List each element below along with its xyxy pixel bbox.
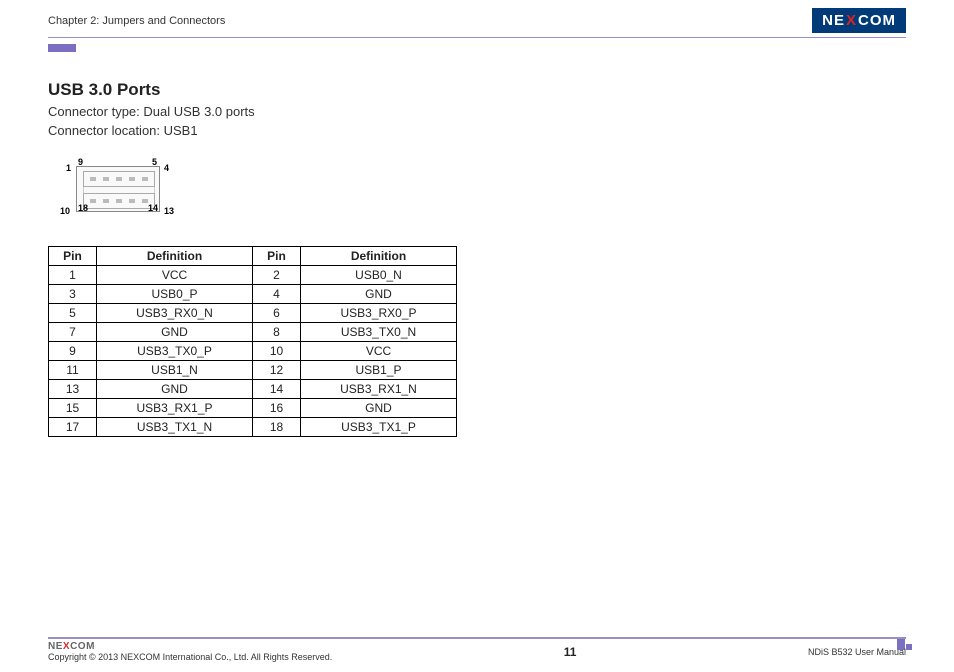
table-row: 13GND14USB3_RX1_N [49, 380, 457, 399]
cell-pin: 11 [49, 361, 97, 380]
cell-definition: VCC [301, 342, 457, 361]
cell-definition: USB3_RX1_N [301, 380, 457, 399]
cell-pin: 13 [49, 380, 97, 399]
cell-definition: VCC [97, 266, 253, 285]
cell-definition: USB0_N [301, 266, 457, 285]
cell-definition: GND [301, 399, 457, 418]
cell-definition: USB3_TX1_N [97, 418, 253, 437]
table-row: 7GND8USB3_TX0_N [49, 323, 457, 342]
cell-definition: USB3_TX0_P [97, 342, 253, 361]
chapter-title: Chapter 2: Jumpers and Connectors [48, 15, 225, 27]
table-row: 17USB3_TX1_N18USB3_TX1_P [49, 418, 457, 437]
cell-pin: 12 [253, 361, 301, 380]
cell-pin: 16 [253, 399, 301, 418]
cell-pin: 3 [49, 285, 97, 304]
header-pin-b: Pin [253, 247, 301, 266]
cell-definition: USB3_TX1_P [301, 418, 457, 437]
pin-label-18: 18 [78, 203, 88, 213]
table-row: 15USB3_RX1_P16GND [49, 399, 457, 418]
connector-row-bottom [83, 193, 155, 209]
logo-text-pre: NE [822, 12, 845, 29]
cell-definition: USB3_RX0_P [301, 304, 457, 323]
pin-label-1: 1 [66, 163, 71, 173]
decorative-block [48, 44, 76, 52]
copyright-text: Copyright © 2013 NEXCOM International Co… [48, 652, 332, 662]
pin-label-5: 5 [152, 157, 157, 167]
cell-pin: 9 [49, 342, 97, 361]
pin-label-9: 9 [78, 157, 83, 167]
footer-logo: NEXCOM [48, 641, 95, 652]
cell-definition: GND [97, 380, 253, 399]
logo-text-post: COM [858, 12, 896, 29]
section-title: USB 3.0 Ports [48, 80, 954, 100]
connector-diagram: 9 5 1 4 18 14 10 13 [48, 160, 188, 218]
footer-divider [48, 637, 906, 639]
logo-x: X [846, 12, 857, 29]
cell-pin: 1 [49, 266, 97, 285]
table-row: 9USB3_TX0_P10VCC [49, 342, 457, 361]
cell-pin: 2 [253, 266, 301, 285]
cell-definition: GND [301, 285, 457, 304]
connector-type: Connector type: Dual USB 3.0 ports [48, 104, 954, 119]
cell-pin: 15 [49, 399, 97, 418]
header-def-a: Definition [97, 247, 253, 266]
cell-pin: 10 [253, 342, 301, 361]
pin-label-10: 10 [60, 206, 70, 216]
page-number: 11 [564, 645, 577, 659]
cell-pin: 18 [253, 418, 301, 437]
cell-pin: 17 [49, 418, 97, 437]
table-row: 11USB1_N12USB1_P [49, 361, 457, 380]
header-def-b: Definition [301, 247, 457, 266]
header-pin-a: Pin [49, 247, 97, 266]
cell-pin: 5 [49, 304, 97, 323]
header-divider [48, 37, 906, 38]
cell-definition: USB1_N [97, 361, 253, 380]
cell-pin: 8 [253, 323, 301, 342]
pin-label-13: 13 [164, 206, 174, 216]
pin-label-4: 4 [164, 163, 169, 173]
cell-definition: GND [97, 323, 253, 342]
cell-definition: USB1_P [301, 361, 457, 380]
cell-definition: USB3_RX0_N [97, 304, 253, 323]
cell-pin: 4 [253, 285, 301, 304]
cell-pin: 7 [49, 323, 97, 342]
table-row: 1VCC2USB0_N [49, 266, 457, 285]
cell-pin: 6 [253, 304, 301, 323]
cell-definition: USB3_TX0_N [301, 323, 457, 342]
connector-location: Connector location: USB1 [48, 123, 954, 138]
cell-pin: 14 [253, 380, 301, 399]
connector-row-top [83, 171, 155, 187]
brand-logo: NEXCOM [812, 8, 906, 33]
table-row: 3USB0_P4GND [49, 285, 457, 304]
pin-label-14: 14 [148, 203, 158, 213]
pin-definition-table: Pin Definition Pin Definition 1VCC2USB0_… [48, 246, 457, 437]
table-header-row: Pin Definition Pin Definition [49, 247, 457, 266]
table-row: 5USB3_RX0_N6USB3_RX0_P [49, 304, 457, 323]
cell-definition: USB3_RX1_P [97, 399, 253, 418]
cell-definition: USB0_P [97, 285, 253, 304]
manual-name: NDiS B532 User Manual [808, 647, 906, 657]
